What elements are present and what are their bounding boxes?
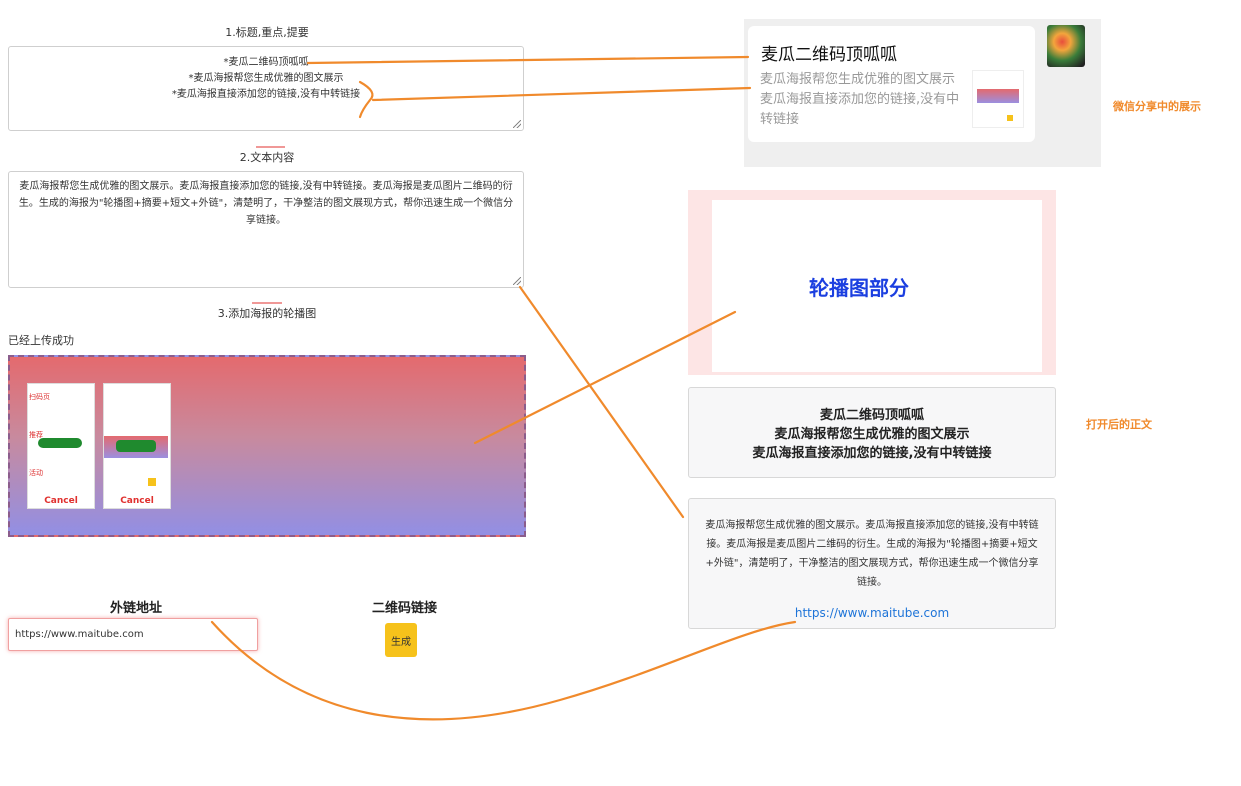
headline-line-1: *麦瓜二维码顶呱呱 — [223, 57, 309, 68]
share-preview-title: 麦瓜二维码顶呱呱 — [761, 45, 897, 65]
external-link-input[interactable] — [8, 618, 258, 651]
thumb-green-bar — [116, 440, 156, 452]
qr-link-label: 二维码链接 — [372, 601, 438, 616]
resize-handle-icon[interactable] — [513, 120, 521, 128]
thumb-green-bar — [38, 438, 82, 448]
opened-title-line-1: 麦瓜二维码顶呱呱 — [819, 408, 924, 423]
thumb-yellow-square — [148, 478, 156, 486]
content-text: 麦瓜海报帮您生成优雅的图文展示。麦瓜海报直接添加您的链接,没有中转链接。麦瓜海报… — [18, 181, 514, 226]
carousel-thumbnail-1[interactable]: 扫码页 推荐 活动 Cancel — [27, 383, 95, 509]
opened-body-link[interactable]: https://www.maitube.com — [795, 606, 949, 620]
share-preview-description: 麦瓜海报帮您生成优雅的图文展示麦瓜海报直接添加您的链接,没有中转链接 — [760, 72, 960, 127]
section-title-carousel: 3.添加海报的轮播图 — [217, 307, 317, 320]
carousel-thumbnail-2[interactable]: Cancel — [103, 383, 171, 509]
headline-textarea[interactable]: *麦瓜二维码顶呱呱 *麦瓜海报帮您生成优雅的图文展示 *麦瓜海报直接添加您的链接… — [8, 46, 524, 131]
share-annotation: 微信分享中的展示 — [1113, 100, 1201, 113]
thumb-label: 活动 — [29, 469, 43, 477]
share-preview-thumbnail — [972, 70, 1024, 128]
thumbnail-cancel-button[interactable]: Cancel — [104, 496, 170, 506]
opened-title-panel: 麦瓜二维码顶呱呱 麦瓜海报帮您生成优雅的图文展示 麦瓜海报直接添加您的链接,没有… — [688, 387, 1056, 478]
carousel-label: 轮播图部分 — [809, 276, 909, 300]
thumb-yellow-square — [1007, 115, 1013, 121]
thumb-label: 扫码页 — [29, 393, 50, 401]
section-title-content: 2.文本内容 — [239, 151, 295, 164]
content-textarea[interactable]: 麦瓜海报帮您生成优雅的图文展示。麦瓜海报直接添加您的链接,没有中转链接。麦瓜海报… — [8, 171, 524, 288]
generate-button[interactable]: 生成 — [385, 623, 417, 657]
opened-body-panel: 麦瓜海报帮您生成优雅的图文展示。麦瓜海报直接添加您的链接,没有中转链接。麦瓜海报… — [688, 498, 1056, 629]
headline-line-3: *麦瓜海报直接添加您的链接,没有中转链接 — [171, 89, 361, 100]
connector-link-curve — [210, 620, 797, 721]
connector-content-line — [518, 285, 685, 519]
upload-status: 已经上传成功 — [8, 334, 74, 347]
resize-handle-icon[interactable] — [513, 277, 521, 285]
thumbnail-cancel-button[interactable]: Cancel — [28, 496, 94, 506]
thumb-gradient — [977, 89, 1019, 103]
section-title-headline: 1.标题,重点,提要 — [225, 26, 309, 39]
external-link-label: 外链地址 — [110, 601, 163, 616]
user-avatar — [1047, 25, 1085, 67]
opened-body-text: 麦瓜海报帮您生成优雅的图文展示。麦瓜海报直接添加您的链接,没有中转链接。麦瓜海报… — [705, 520, 1039, 588]
upload-dropzone[interactable]: 扫码页 推荐 活动 Cancel Cancel — [8, 355, 526, 537]
opened-annotation: 打开后的正文 — [1086, 418, 1152, 431]
headline-line-2: *麦瓜海报帮您生成优雅的图文展示 — [188, 73, 344, 84]
opened-title-line-2: 麦瓜海报帮您生成优雅的图文展示 — [774, 427, 970, 442]
opened-title-line-3: 麦瓜海报直接添加您的链接,没有中转链接 — [752, 446, 992, 461]
